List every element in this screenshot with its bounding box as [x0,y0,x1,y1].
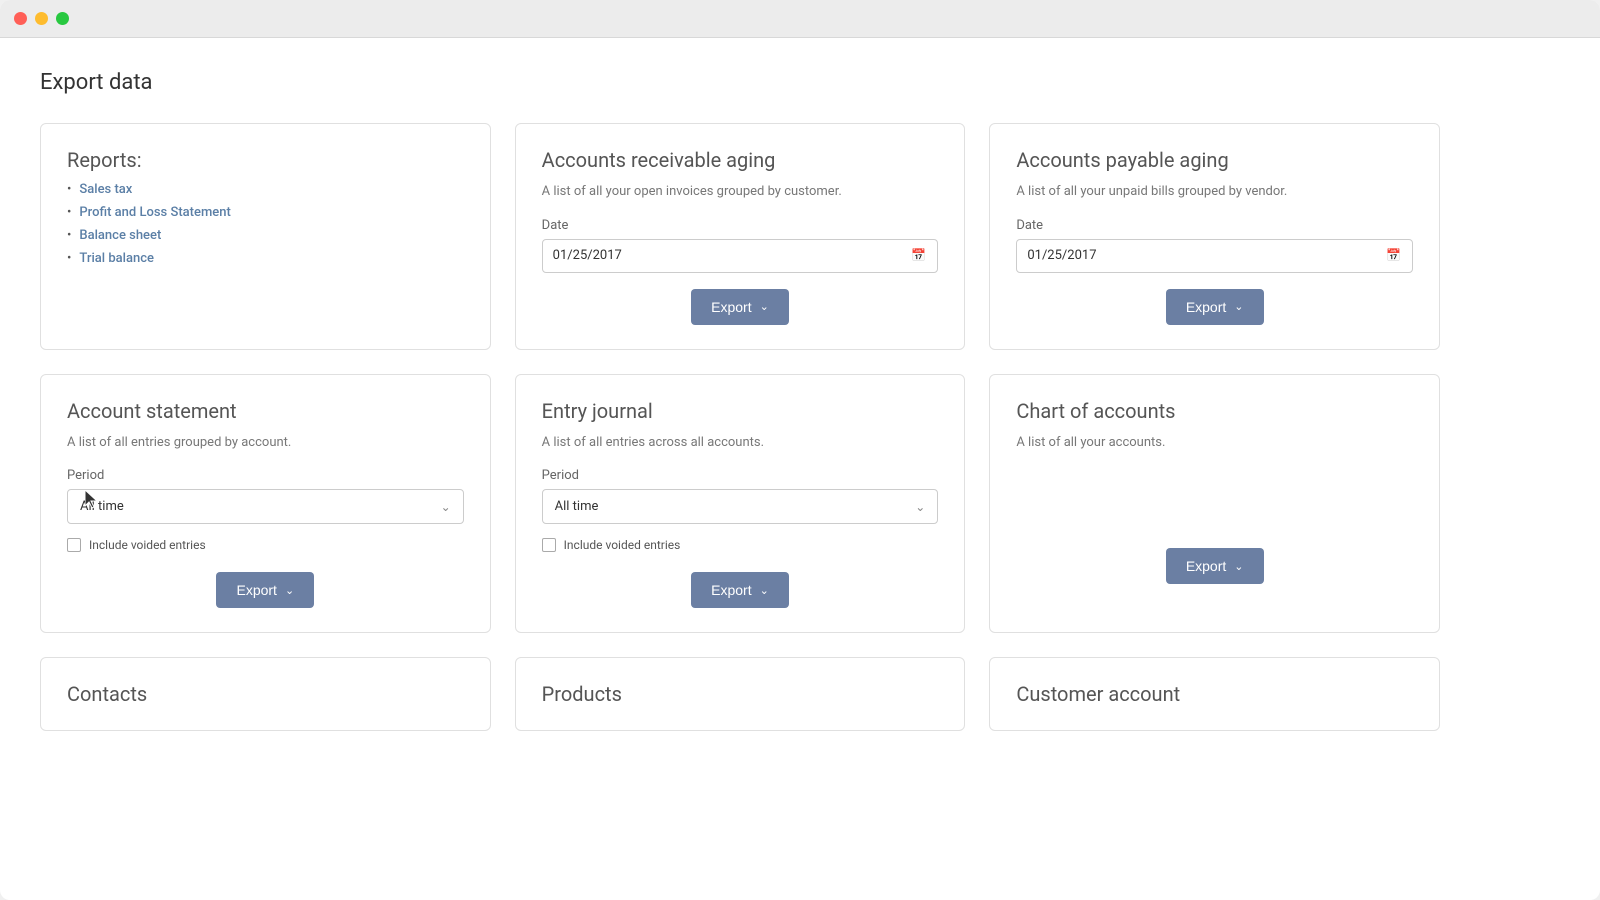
top-cards-grid: Reports: Sales tax Profit and Loss State… [40,123,1440,350]
reports-card: Reports: Sales tax Profit and Loss State… [40,123,491,350]
chart-of-accounts-card: Chart of accounts A list of all your acc… [989,374,1440,634]
chart-of-accounts-export-button[interactable]: Export ⌄ [1166,548,1264,584]
accounts-payable-title: Accounts payable aging [1016,148,1413,172]
accounts-receivable-date-value: 01/25/2017 [553,248,622,263]
accounts-receivable-date-input[interactable]: 01/25/2017 📅 [542,239,939,273]
page-content: Export data Reports: Sales tax Profit an… [0,38,1600,763]
customer-account-card: Customer account [989,657,1440,731]
account-statement-period-label: Period [67,468,464,483]
account-statement-description: A list of all entries grouped by account… [67,433,464,453]
products-card: Products [515,657,966,731]
entry-journal-period-label: Period [542,468,939,483]
accounts-receivable-date-label: Date [542,218,939,233]
page-title: Export data [40,70,1560,95]
accounts-receivable-title: Accounts receivable aging [542,148,939,172]
account-statement-period-select[interactable]: All time ⌄ [67,489,464,524]
entry-journal-export-button[interactable]: Export ⌄ [691,572,789,608]
entry-journal-card: Entry journal A list of all entries acro… [515,374,966,634]
accounts-receivable-export-button[interactable]: Export ⌄ [691,289,789,325]
entry-journal-title: Entry journal [542,399,939,423]
accounts-payable-date-input[interactable]: 01/25/2017 📅 [1016,239,1413,273]
products-card-title: Products [542,682,939,706]
contacts-card-title: Contacts [67,682,464,706]
accounts-payable-btn-row: Export ⌄ [1016,289,1413,325]
account-statement-voided-row: Include voided entries [67,538,464,552]
sales-tax-link[interactable]: Sales tax [79,182,132,197]
report-links-list: Sales tax Profit and Loss Statement Bala… [67,182,464,266]
bottom-cards-grid: Account statement A list of all entries … [40,374,1440,634]
calendar-icon: 📅 [911,248,927,264]
accounts-payable-export-button[interactable]: Export ⌄ [1166,289,1264,325]
list-item: Balance sheet [67,228,464,243]
entry-journal-description: A list of all entries across all account… [542,433,939,453]
entry-journal-voided-checkbox[interactable] [542,538,556,552]
chart-of-accounts-title: Chart of accounts [1016,399,1413,423]
contacts-card: Contacts [40,657,491,731]
entry-journal-period-select[interactable]: All time ⌄ [542,489,939,524]
list-item: Sales tax [67,182,464,197]
close-button[interactable] [14,12,27,25]
accounts-payable-date-label: Date [1016,218,1413,233]
accounts-payable-date-value: 01/25/2017 [1027,248,1096,263]
export-chevron-icon: ⌄ [1234,560,1243,573]
reports-card-title: Reports: [67,148,464,172]
balance-sheet-link[interactable]: Balance sheet [79,228,161,243]
titlebar [0,0,1600,38]
chevron-down-icon: ⌄ [441,500,451,514]
export-chevron-icon: ⌄ [760,300,769,313]
list-item: Trial balance [67,251,464,266]
maximize-button[interactable] [56,12,69,25]
accounts-payable-card: Accounts payable aging A list of all you… [989,123,1440,350]
accounts-receivable-description: A list of all your open invoices grouped… [542,182,939,202]
list-item: Profit and Loss Statement [67,205,464,220]
account-statement-btn-row: Export ⌄ [67,572,464,608]
entry-journal-period-value: All time [555,499,599,514]
export-chevron-icon: ⌄ [1234,300,1243,313]
account-statement-voided-checkbox[interactable] [67,538,81,552]
export-chevron-icon: ⌄ [285,584,294,597]
account-statement-export-button[interactable]: Export ⌄ [216,572,314,608]
account-statement-card: Account statement A list of all entries … [40,374,491,634]
customer-account-card-title: Customer account [1016,682,1413,706]
entry-journal-voided-label: Include voided entries [564,538,681,552]
accounts-receivable-card: Accounts receivable aging A list of all … [515,123,966,350]
minimize-button[interactable] [35,12,48,25]
chart-of-accounts-description: A list of all your accounts. [1016,433,1413,453]
account-statement-title: Account statement [67,399,464,423]
partial-cards-grid: Contacts Products Customer account [40,657,1440,731]
chevron-down-icon: ⌄ [915,500,925,514]
export-chevron-icon: ⌄ [760,584,769,597]
entry-journal-btn-row: Export ⌄ [542,572,939,608]
accounts-receivable-btn-row: Export ⌄ [542,289,939,325]
accounts-payable-description: A list of all your unpaid bills grouped … [1016,182,1413,202]
account-statement-voided-label: Include voided entries [89,538,206,552]
entry-journal-voided-row: Include voided entries [542,538,939,552]
profit-loss-link[interactable]: Profit and Loss Statement [79,205,230,220]
account-statement-period-value: All time [80,499,124,514]
chart-of-accounts-btn-row: Export ⌄ [1016,548,1413,584]
app-window: Export data Reports: Sales tax Profit an… [0,0,1600,900]
calendar-icon: 📅 [1386,248,1402,264]
trial-balance-link[interactable]: Trial balance [79,251,154,266]
